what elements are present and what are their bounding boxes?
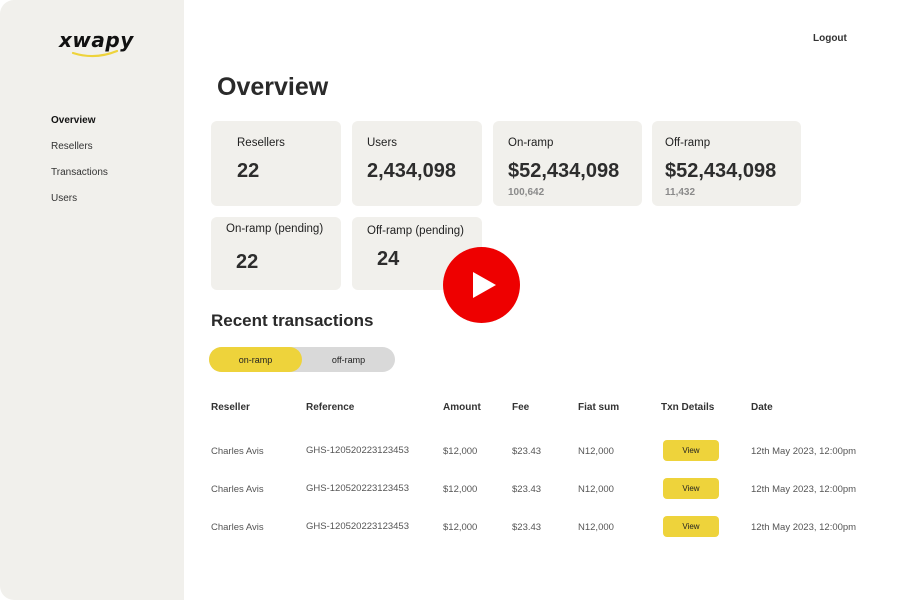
cell-reference: GHS-120520223123453 <box>306 445 410 456</box>
column-header-fee: Fee <box>512 402 530 413</box>
stat-card-value: 24 <box>377 248 400 270</box>
cell-reseller: Charles Avis <box>211 522 264 533</box>
cell-amount: $12,000 <box>443 522 478 533</box>
cell-reseller: Charles Avis <box>211 446 264 457</box>
cell-date: 12th May 2023, 12:00pm <box>751 484 857 495</box>
video-play-button[interactable] <box>443 247 520 323</box>
stat-card-value: 2,434,098 <box>367 160 456 182</box>
view-details-button[interactable]: View <box>663 516 719 537</box>
stat-card-label: Users <box>367 137 398 149</box>
brand-logo[interactable]: xwapy <box>59 28 134 58</box>
view-details-button[interactable]: View <box>663 440 719 461</box>
view-details-button[interactable]: View <box>663 478 719 499</box>
stat-card-users[interactable]: Users 2,434,098 <box>352 121 482 206</box>
stat-card-on-ramp-pending[interactable]: On-ramp (pending) 22 <box>211 217 341 290</box>
stat-card-resellers[interactable]: Resellers 22 <box>211 121 341 206</box>
stat-card-value: $52,434,098 <box>665 160 777 182</box>
cell-fee: $23.43 <box>512 484 542 495</box>
column-header-reseller: Reseller <box>211 402 250 413</box>
cell-fiat-sum: N12,000 <box>578 522 614 533</box>
column-header-date: Date <box>751 402 773 413</box>
logout-button[interactable]: Logout <box>813 33 847 44</box>
ramp-toggle: on-ramp off-ramp <box>209 347 395 372</box>
main-content: Logout Overview Resellers 22 Users 2,434… <box>184 0 906 600</box>
column-header-fiat-sum: Fiat sum <box>578 402 620 413</box>
cell-date: 12th May 2023, 12:00pm <box>751 522 857 533</box>
stat-card-value: 22 <box>236 251 259 273</box>
logo-swoosh-icon <box>71 49 119 58</box>
sidebar-item-overview[interactable]: Overview <box>51 114 108 140</box>
stat-card-label: Off-ramp (pending) <box>367 225 464 237</box>
stat-card-on-ramp[interactable]: On-ramp $52,434,098 100,642 <box>493 121 642 206</box>
cell-fiat-sum: N12,000 <box>578 446 614 457</box>
stat-card-label: On-ramp <box>508 137 554 149</box>
tab-off-ramp[interactable]: off-ramp <box>302 347 395 372</box>
cell-fiat-sum: N12,000 <box>578 484 614 495</box>
cell-date: 12th May 2023, 12:00pm <box>751 446 857 457</box>
sidebar-nav: Overview Resellers Transactions Users <box>51 114 108 218</box>
stat-card-count: 100,642 <box>508 187 545 198</box>
cell-fee: $23.43 <box>512 522 542 533</box>
stat-card-value: 22 <box>237 160 260 182</box>
stat-card-label: Resellers <box>237 137 285 149</box>
column-header-amount: Amount <box>443 402 481 413</box>
stat-card-label: On-ramp (pending) <box>226 223 324 235</box>
stat-card-label: Off-ramp <box>665 137 711 149</box>
sidebar-item-resellers[interactable]: Resellers <box>51 140 108 166</box>
cell-reseller: Charles Avis <box>211 484 264 495</box>
stat-card-off-ramp[interactable]: Off-ramp $52,434,098 11,432 <box>652 121 801 206</box>
stat-card-count: 11,432 <box>665 187 696 198</box>
stat-card-value: $52,434,098 <box>508 160 620 182</box>
tab-on-ramp[interactable]: on-ramp <box>209 347 302 372</box>
section-title: Recent transactions <box>211 311 374 330</box>
sidebar-item-users[interactable]: Users <box>51 192 108 218</box>
sidebar: xwapy Overview Resellers Transactions Us… <box>0 0 184 600</box>
cell-reference: GHS-120520223123453 <box>306 483 410 494</box>
sidebar-item-transactions[interactable]: Transactions <box>51 166 108 192</box>
column-header-txn-details: Txn Details <box>661 402 715 413</box>
page-title: Overview <box>217 73 329 101</box>
cell-fee: $23.43 <box>512 446 542 457</box>
cell-amount: $12,000 <box>443 446 478 457</box>
column-header-reference: Reference <box>306 402 355 413</box>
cell-amount: $12,000 <box>443 484 478 495</box>
play-icon <box>473 272 496 298</box>
cell-reference: GHS-120520223123453 <box>306 521 410 532</box>
